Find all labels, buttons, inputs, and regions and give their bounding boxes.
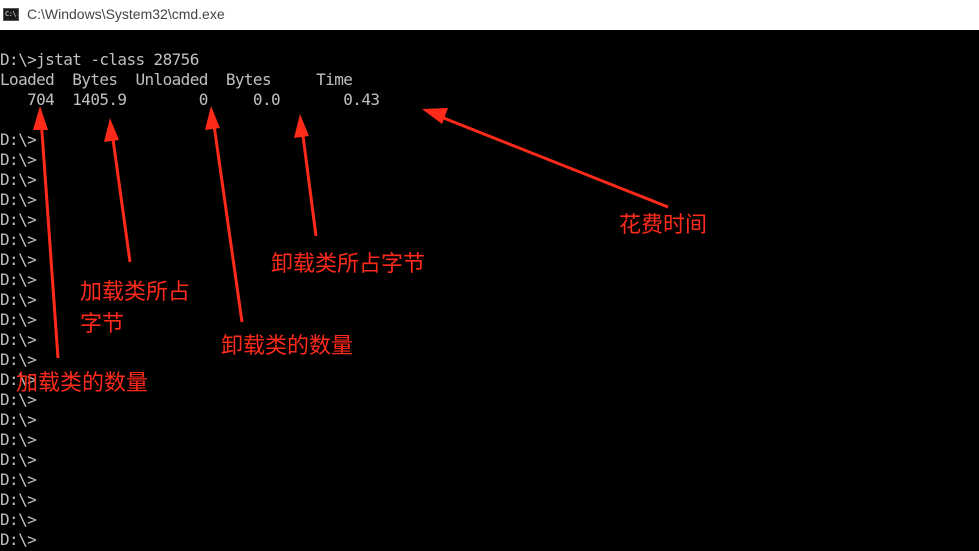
prompt-line: D:\> [0, 530, 37, 549]
command-line: D:\>jstat -class 28756 [0, 50, 199, 69]
prompt-line: D:\> [0, 130, 37, 149]
prompt-line: D:\> [0, 250, 37, 269]
annotation-time-spent: 花费时间 [619, 213, 708, 238]
prompt-line: D:\> [0, 230, 37, 249]
stats-values-line: 704 1405.9 0 0.0 0.43 [0, 90, 380, 109]
prompt-line: D:\> [0, 150, 37, 169]
prompt-line: D:\> [0, 510, 37, 529]
annotation-unloaded-count: 卸载类的数量 [221, 334, 354, 359]
annotation-loaded-count: 加载类的数量 [16, 371, 149, 396]
annotation-unloaded-bytes: 卸载类所占字节 [271, 252, 426, 277]
prompt-line: D:\> [0, 330, 37, 349]
prompt-line: D:\> [0, 310, 37, 329]
prompt-line: D:\> [0, 430, 37, 449]
prompt-line: D:\> [0, 470, 37, 489]
cmd-icon: C:\. [3, 8, 19, 21]
prompt-line: D:\> [0, 410, 37, 429]
prompt-line: D:\> [0, 350, 37, 369]
prompt-line: D:\> [0, 270, 37, 289]
prompt-line: D:\> [0, 490, 37, 509]
prompt-line: D:\> [0, 210, 37, 229]
prompt-line: D:\> [0, 450, 37, 469]
prompt-line: D:\> [0, 170, 37, 189]
stats-header-line: Loaded Bytes Unloaded Bytes Time [0, 70, 353, 89]
prompt-line: D:\> [0, 190, 37, 209]
title-bar[interactable]: C:\. C:\Windows\System32\cmd.exe [0, 0, 979, 30]
annotation-loaded-bytes-2: 字节 [80, 312, 125, 337]
annotation-loaded-bytes-1: 加载类所占 [80, 280, 191, 305]
prompt-line: D:\> [0, 290, 37, 309]
window-title: C:\Windows\System32\cmd.exe [27, 6, 225, 22]
